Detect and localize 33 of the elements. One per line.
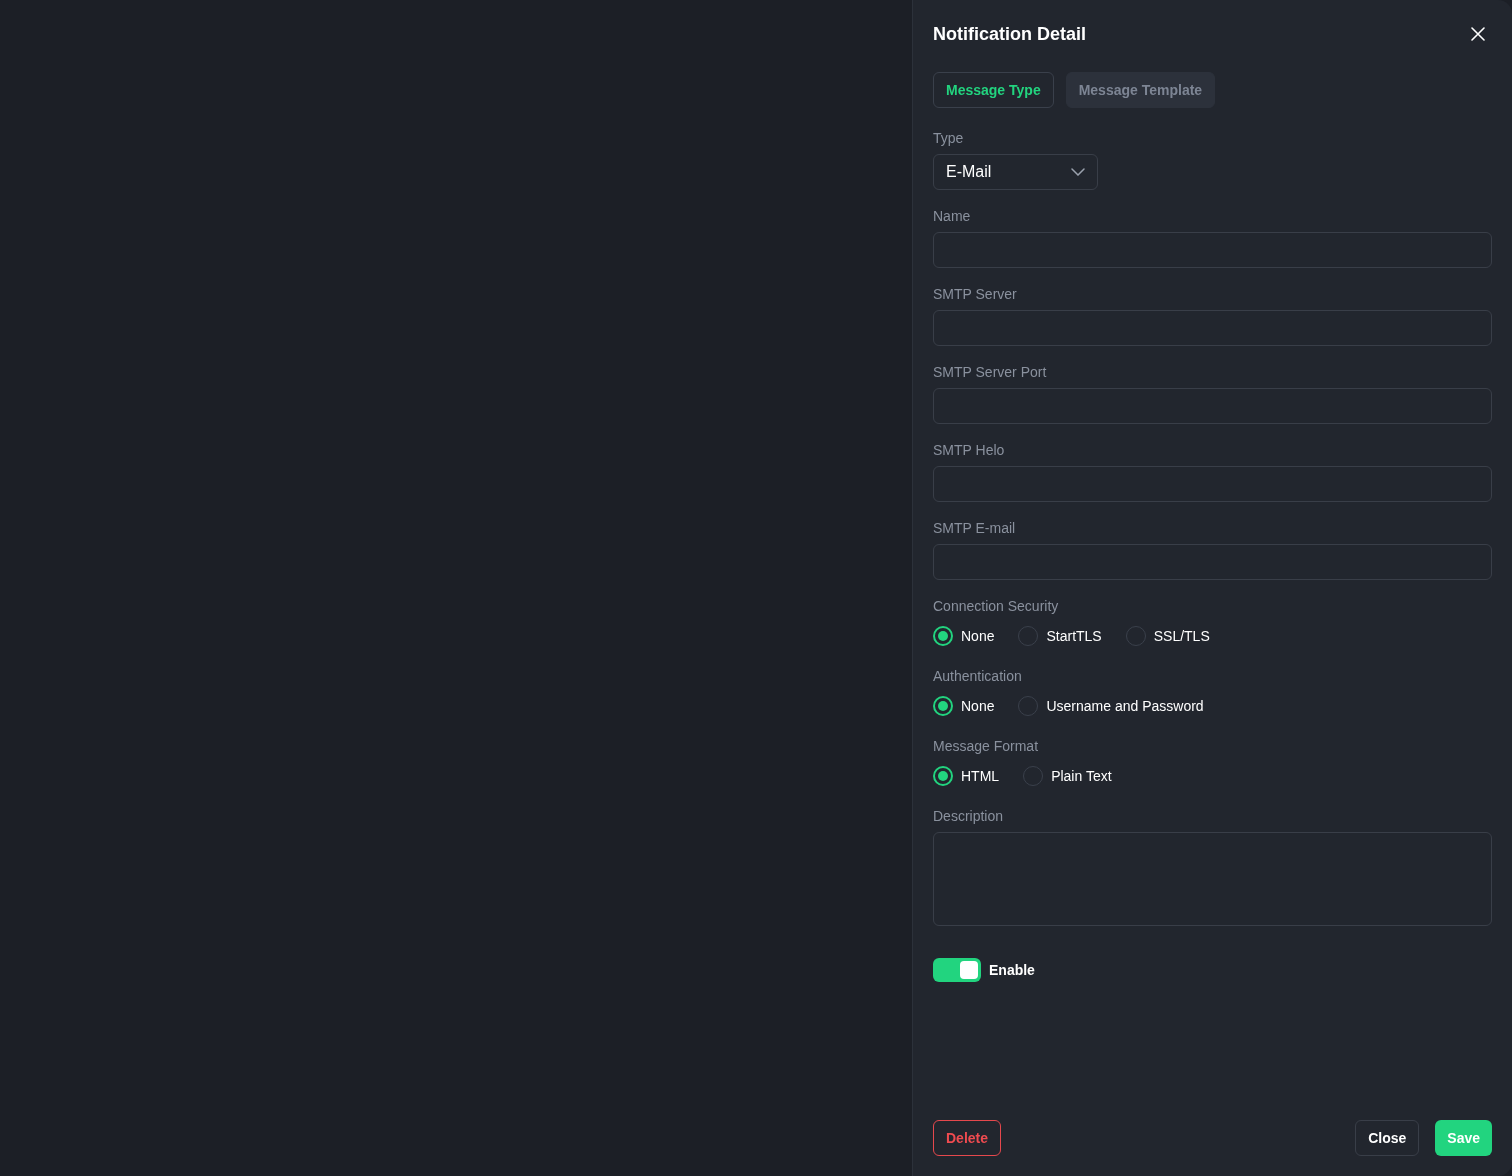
chevron-down-icon xyxy=(1071,168,1085,176)
field-label: SMTP Helo xyxy=(933,441,1006,460)
text-field[interactable] xyxy=(933,232,1492,268)
close-icon[interactable] xyxy=(1468,24,1488,44)
radio-option[interactable]: None xyxy=(933,696,995,716)
text-field[interactable] xyxy=(933,544,1492,580)
description-field[interactable] xyxy=(933,832,1492,926)
field-label: SMTP Server Port xyxy=(933,363,1048,382)
radio-option[interactable]: HTML xyxy=(933,766,1000,786)
radio-option[interactable]: None xyxy=(933,626,995,646)
enable-label: Enable xyxy=(989,961,1035,980)
radio-option[interactable]: StartTLS xyxy=(1018,626,1102,646)
text-field[interactable] xyxy=(933,388,1492,424)
close-button[interactable]: Close xyxy=(1355,1120,1420,1156)
enable-toggle[interactable] xyxy=(933,958,981,982)
tab[interactable]: Message Type xyxy=(933,72,1054,108)
text-field[interactable] xyxy=(933,310,1492,346)
field-label: Type xyxy=(933,129,965,148)
field-label: SMTP Server xyxy=(933,285,1018,304)
panel-title: Notification Detail xyxy=(933,22,1086,46)
radio-option[interactable]: Plain Text xyxy=(1023,766,1112,786)
field-label: Connection Security xyxy=(933,597,1060,616)
field-label: Description xyxy=(933,807,1005,826)
delete-button[interactable]: Delete xyxy=(933,1120,1002,1156)
field-label: Message Format xyxy=(933,737,1040,756)
radio-option[interactable]: Username and Password xyxy=(1018,696,1204,716)
radio-option[interactable]: SSL/TLS xyxy=(1125,626,1210,646)
field-label: SMTP E-mail xyxy=(933,519,1017,538)
field-label: Name xyxy=(933,207,972,226)
tab[interactable]: Message Template xyxy=(1065,72,1216,108)
text-field[interactable] xyxy=(933,466,1492,502)
type-select[interactable]: E-Mail xyxy=(933,154,1098,190)
field-label: Authentication xyxy=(933,667,1023,686)
